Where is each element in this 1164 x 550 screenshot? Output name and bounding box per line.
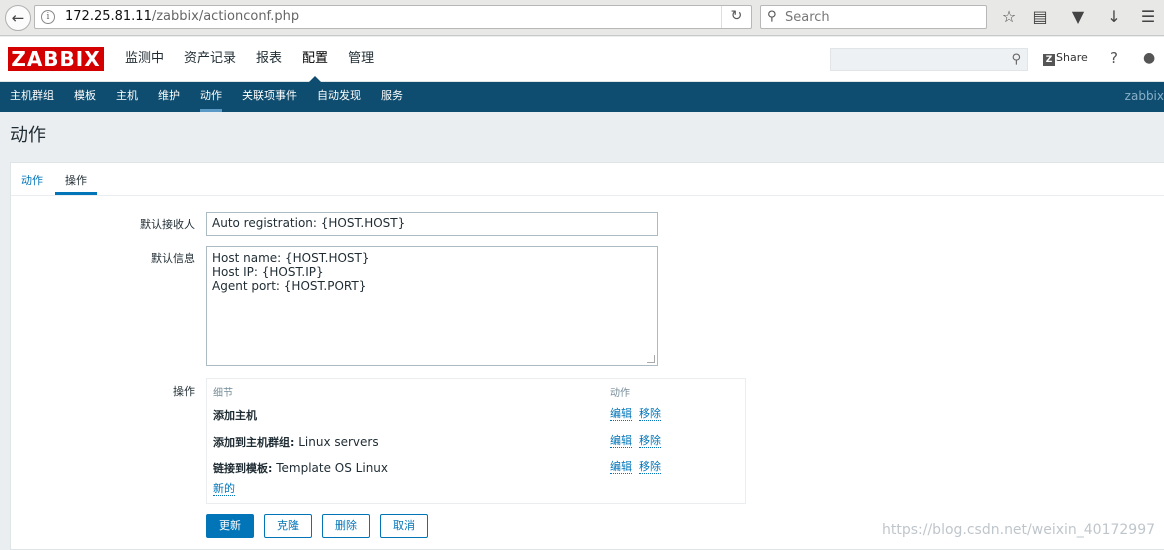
watermark-text: https://blog.csdn.net/weixin_40172997 — [882, 522, 1156, 538]
default-subject-input[interactable]: Auto registration: {HOST.HOST} — [206, 212, 658, 236]
zabbix-logo[interactable]: ZABBIX — [8, 47, 104, 71]
operation-row: 链接到模板: Template OS Linux — [213, 460, 388, 476]
search-icon[interactable]: ⚲ — [1011, 52, 1021, 67]
remove-link[interactable]: 移除 — [639, 434, 661, 448]
browser-search-placeholder: Search — [785, 10, 830, 25]
browser-toolbar: ← i 172.25.81.11/zabbix/actionconf.php ↻… — [0, 0, 1164, 36]
download-icon[interactable]: ↓ — [1104, 7, 1124, 27]
search-icon: ⚲ — [767, 9, 777, 24]
subnav-services[interactable]: 服务 — [371, 82, 413, 112]
operation-name: 添加主机 — [213, 409, 257, 422]
reading-list-icon[interactable]: ▤ — [1030, 7, 1050, 27]
menu-inventory[interactable]: 资产记录 — [174, 37, 246, 82]
subnav-hosts[interactable]: 主机 — [106, 82, 148, 112]
operations-table: 细节 动作 添加主机 编辑 移除 添加到主机群组: Linux servers … — [206, 378, 746, 504]
server-name: zabbix — [1124, 89, 1164, 103]
url-text[interactable]: 172.25.81.11/zabbix/actionconf.php — [65, 9, 299, 24]
bookmark-star-icon[interactable]: ☆ — [999, 7, 1019, 27]
main-menu: 监测中 资产记录 报表 配置 管理 — [115, 37, 384, 82]
back-arrow-icon[interactable]: ← — [5, 5, 31, 31]
tab-action[interactable]: 动作 — [21, 172, 43, 188]
operation-target: Linux servers — [294, 435, 379, 449]
edit-link[interactable]: 编辑 — [610, 460, 632, 474]
menu-administration[interactable]: 管理 — [338, 37, 384, 82]
menu-configuration[interactable]: 配置 — [292, 37, 338, 82]
address-bar[interactable]: i 172.25.81.11/zabbix/actionconf.php ↻ — [34, 5, 752, 29]
default-subject-label: 默认接收人 — [140, 218, 195, 231]
menu-monitoring[interactable]: 监测中 — [115, 37, 174, 82]
delete-button[interactable]: 删除 — [322, 514, 370, 538]
remove-link[interactable]: 移除 — [639, 407, 661, 421]
url-path: /zabbix/actionconf.php — [151, 9, 300, 24]
operation-name: 添加到主机群组: — [213, 436, 295, 449]
subnav-discovery[interactable]: 自动发现 — [307, 82, 371, 112]
subnav-maintenance[interactable]: 维护 — [148, 82, 190, 112]
operation-row: 添加主机 — [213, 407, 257, 423]
zabbix-share-icon: Z — [1043, 54, 1055, 66]
operation-name: 链接到模板: — [213, 462, 273, 475]
tab-bar: 动作 操作 — [11, 163, 1164, 196]
url-host: 172.25.81.11 — [65, 9, 152, 24]
zabbix-header: ZABBIX 监测中 资产记录 报表 配置 管理 ⚲ Z Share ? ● — [0, 37, 1164, 82]
user-profile-icon[interactable]: ● — [1143, 50, 1155, 66]
ops-header-action: 动作 — [610, 388, 630, 399]
tab-operations[interactable]: 操作 — [55, 172, 97, 195]
menu-reports[interactable]: 报表 — [246, 37, 292, 82]
edit-link[interactable]: 编辑 — [610, 434, 632, 448]
operations-label: 操作 — [173, 385, 195, 398]
ops-header-details: 细节 — [213, 388, 233, 399]
subnav-templates[interactable]: 模板 — [64, 82, 106, 112]
edit-link[interactable]: 编辑 — [610, 407, 632, 421]
share-label: Share — [1056, 51, 1088, 64]
subnav-host-groups[interactable]: 主机群组 — [0, 82, 64, 112]
default-message-label: 默认信息 — [151, 252, 195, 265]
pocket-icon[interactable]: ▼ — [1068, 7, 1088, 27]
clone-button[interactable]: 克隆 — [264, 514, 312, 538]
help-icon[interactable]: ? — [1110, 49, 1118, 67]
new-operation-link[interactable]: 新的 — [213, 482, 235, 496]
tab-active-indicator — [55, 192, 97, 195]
info-icon[interactable]: i — [41, 10, 55, 24]
update-button[interactable]: 更新 — [206, 514, 254, 538]
remove-link[interactable]: 移除 — [639, 460, 661, 474]
share-link[interactable]: Z Share — [1043, 51, 1088, 66]
default-message-text: Host name: {HOST.HOST} Host IP: {HOST.IP… — [212, 251, 370, 293]
operation-row: 添加到主机群组: Linux servers — [213, 434, 379, 450]
resize-handle-icon[interactable] — [647, 355, 655, 363]
tab-operations-label: 操作 — [65, 174, 87, 187]
menu-icon[interactable]: ☰ — [1138, 7, 1158, 27]
sub-navigation: 主机群组 模板 主机 维护 动作 关联项事件 自动发现 服务 zabbix — [0, 82, 1164, 112]
cancel-button[interactable]: 取消 — [380, 514, 428, 538]
subnav-correlation[interactable]: 关联项事件 — [232, 82, 307, 112]
page-title: 动作 — [10, 125, 46, 146]
subnav-actions[interactable]: 动作 — [190, 82, 232, 112]
action-form-panel: 动作 操作 默认接收人 Auto registration: {HOST.HOS… — [10, 162, 1164, 550]
operation-target: Template OS Linux — [272, 461, 388, 475]
default-message-textarea[interactable]: Host name: {HOST.HOST} Host IP: {HOST.IP… — [206, 246, 658, 366]
browser-search-box[interactable]: ⚲ Search — [760, 5, 987, 29]
reload-icon[interactable]: ↻ — [721, 6, 751, 28]
header-search-input[interactable]: ⚲ — [830, 48, 1028, 71]
